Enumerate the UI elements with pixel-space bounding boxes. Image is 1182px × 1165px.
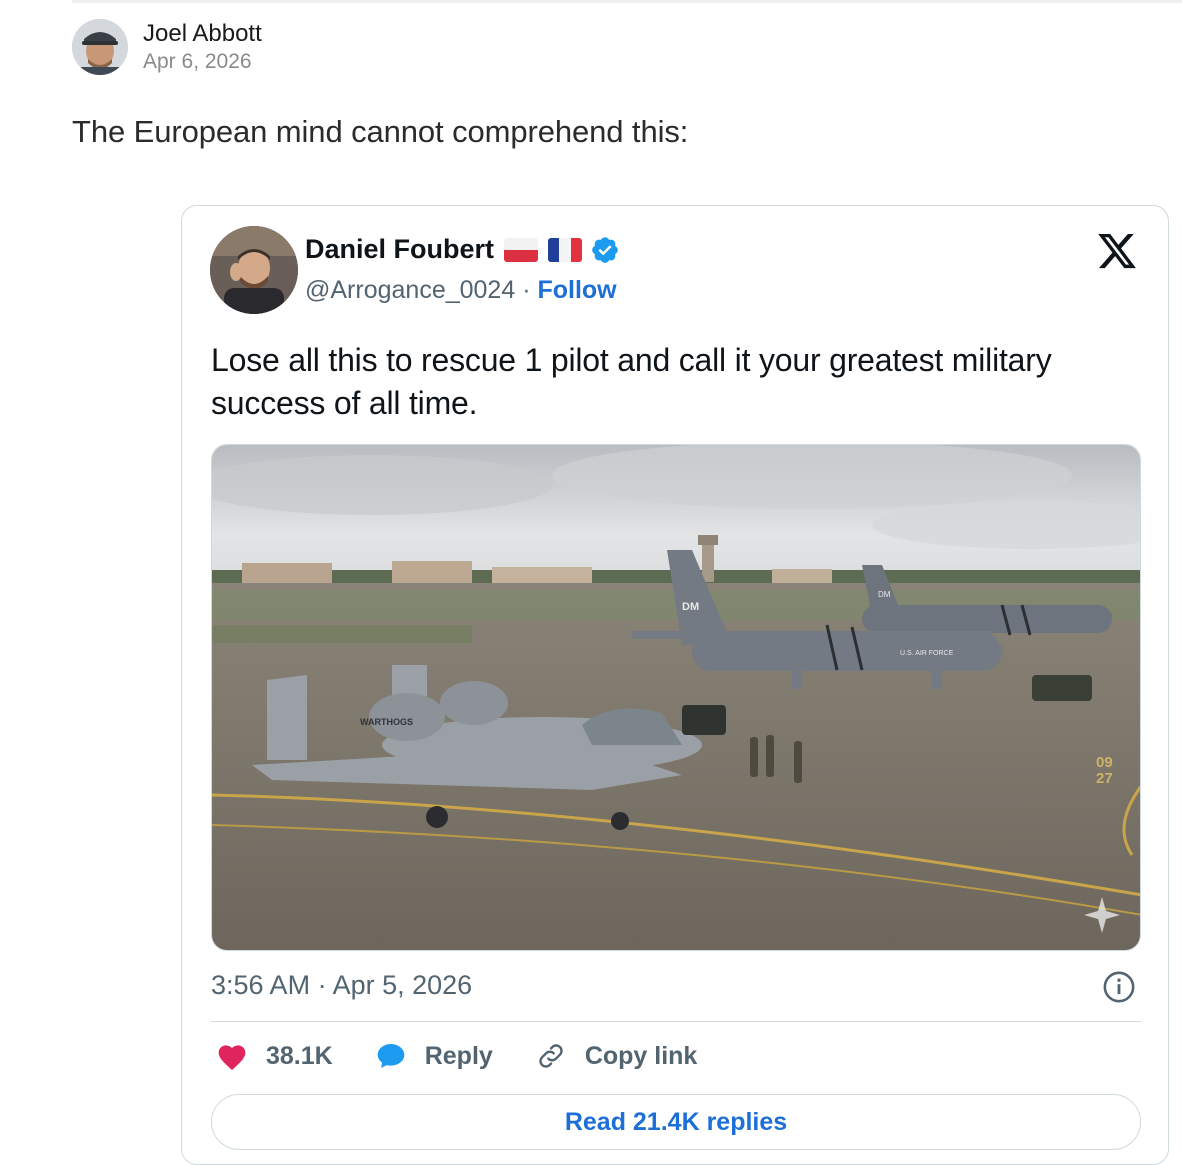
runway-09-mark: 09 [1096,754,1113,771]
author-avatar[interactable] [72,19,128,75]
copy-link-label: Copy link [584,1041,698,1070]
tail-code-mark: DM [682,601,699,613]
verified-badge-icon [592,236,618,263]
reply-label: Reply [424,1041,493,1070]
handle-separator: · [515,276,538,304]
tweet-image[interactable]: DM U.S. AIR FORCE DM WARTHOGS 09 27 [211,444,1141,951]
tweet-text: Lose all this to rescue 1 pilot and call… [211,342,1052,421]
tweet-divider [211,1021,1141,1022]
like-button[interactable]: 38.1K [216,1041,333,1071]
post-date: Apr 6, 2026 [143,50,252,73]
x-logo-icon[interactable] [1096,230,1138,272]
reply-button[interactable]: Reply [375,1040,493,1072]
tweet-author-avatar[interactable] [210,226,298,314]
tweet-author-row: Daniel Foubert [305,234,620,265]
tweet-actions-bar: 38.1K Reply Copy link [216,1040,739,1072]
tweet-timestamp[interactable]: 3:56 AM · Apr 5, 2026 [211,970,472,1001]
poland-flag-icon [504,237,539,262]
info-icon[interactable] [1102,970,1136,1004]
link-icon [539,1044,563,1068]
tweet-author-name[interactable]: Daniel Foubert [305,234,494,265]
like-count: 38.1K [266,1041,333,1070]
heart-icon [218,1045,246,1071]
top-divider [72,0,1182,3]
copy-link-button[interactable]: Copy link [535,1040,698,1072]
tail-code-mark-2: DM [878,590,891,599]
tweet-author-handle[interactable]: @Arrogance_0024 [305,276,515,304]
post-text: The European mind cannot comprehend this… [72,114,689,149]
follow-button[interactable]: Follow [537,276,616,304]
author-name[interactable]: Joel Abbott [143,20,262,48]
runway-27-mark: 27 [1096,770,1113,787]
embedded-tweet-card[interactable]: Daniel Foubert @Arrogance_0024 · Follow … [181,205,1169,1165]
read-replies-button[interactable]: Read 21.4K replies [211,1094,1141,1150]
warthogs-mark: WARTHOGS [360,717,413,727]
reply-bubble-icon [377,1044,405,1068]
france-flag-icon [548,237,582,262]
tweet-handle-row: @Arrogance_0024 · Follow [305,276,617,305]
usaf-mark: U.S. AIR FORCE [900,650,954,657]
